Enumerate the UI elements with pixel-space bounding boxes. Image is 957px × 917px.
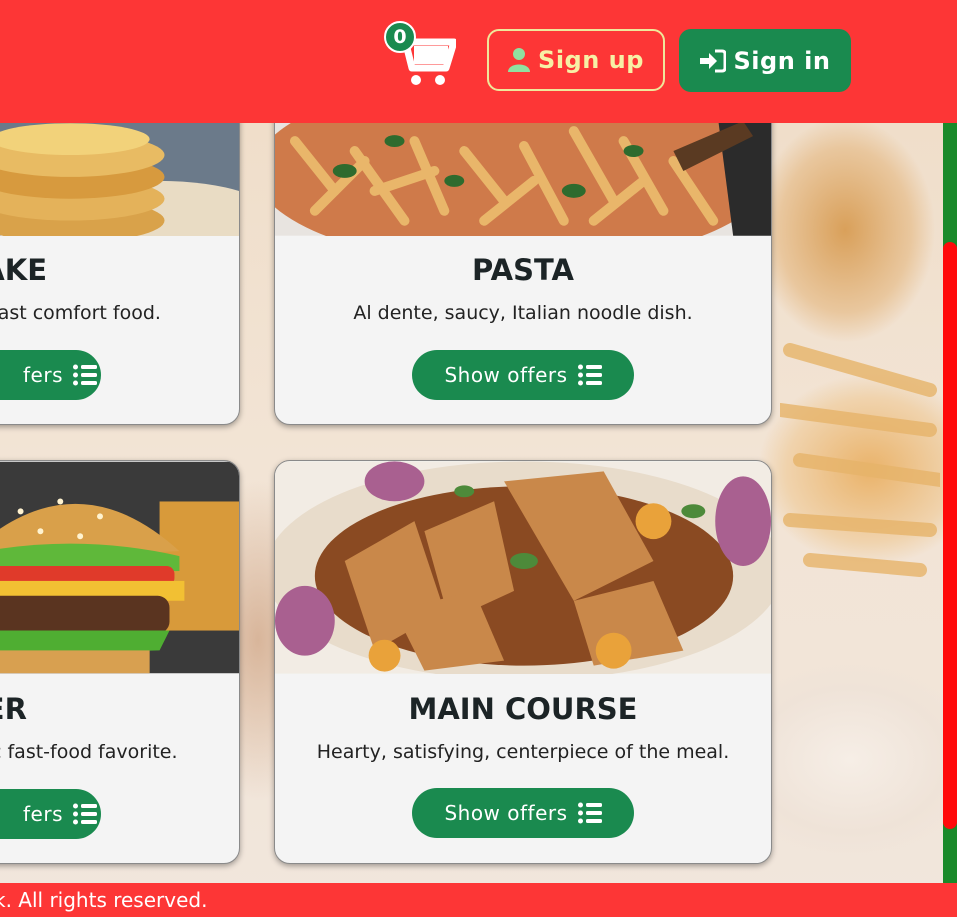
list-icon — [577, 364, 602, 386]
sign-in-icon — [699, 49, 726, 72]
top-navbar: 0 Sign up Sign in — [0, 0, 957, 123]
card-title: PASTA — [472, 253, 574, 287]
list-icon — [577, 802, 602, 824]
footer: k. All rights reserved. — [0, 883, 957, 917]
card-description: Hearty, satisfying, centerpiece of the m… — [316, 741, 730, 763]
background-fries-illustration — [780, 343, 940, 577]
show-offers-label: fers — [23, 802, 63, 826]
product-card-pancake: CAKE fast comfort food. fers — [0, 80, 240, 425]
main-course-image — [275, 461, 771, 674]
show-offers-button[interactable]: fers — [0, 350, 101, 400]
list-icon — [73, 803, 97, 825]
footer-copyright: k. All rights reserved. — [0, 888, 208, 912]
list-icon — [73, 364, 97, 386]
sign-up-label: Sign up — [538, 46, 644, 74]
sign-up-button[interactable]: Sign up — [487, 29, 665, 91]
burger-image — [0, 461, 239, 674]
show-offers-button[interactable]: Show offers — [412, 350, 634, 400]
show-offers-label: Show offers — [444, 363, 568, 387]
scrollbar-thumb[interactable] — [943, 242, 957, 829]
product-card-pasta: PASTA Al dente, saucy, Italian noodle di… — [274, 80, 772, 425]
user-icon — [508, 48, 531, 72]
show-offers-button[interactable]: fers — [0, 789, 101, 839]
cart-count-badge: 0 — [384, 21, 416, 53]
card-title: GER — [0, 692, 27, 726]
sign-in-label: Sign in — [733, 46, 831, 75]
card-description: Al dente, saucy, Italian noodle dish. — [353, 302, 693, 324]
card-title: CAKE — [0, 253, 48, 287]
card-description: fast comfort food. — [0, 302, 161, 324]
card-title: MAIN COURSE — [408, 692, 638, 726]
card-description: c fast-food favorite. — [0, 741, 178, 763]
show-offers-label: fers — [23, 363, 63, 387]
show-offers-button[interactable]: Show offers — [412, 788, 634, 838]
sign-in-button[interactable]: Sign in — [679, 29, 851, 92]
product-card-burger: GER c fast-food favorite. fers — [0, 460, 240, 864]
show-offers-label: Show offers — [444, 801, 568, 825]
product-card-main-course: MAIN COURSE Hearty, satisfying, centerpi… — [274, 460, 772, 864]
